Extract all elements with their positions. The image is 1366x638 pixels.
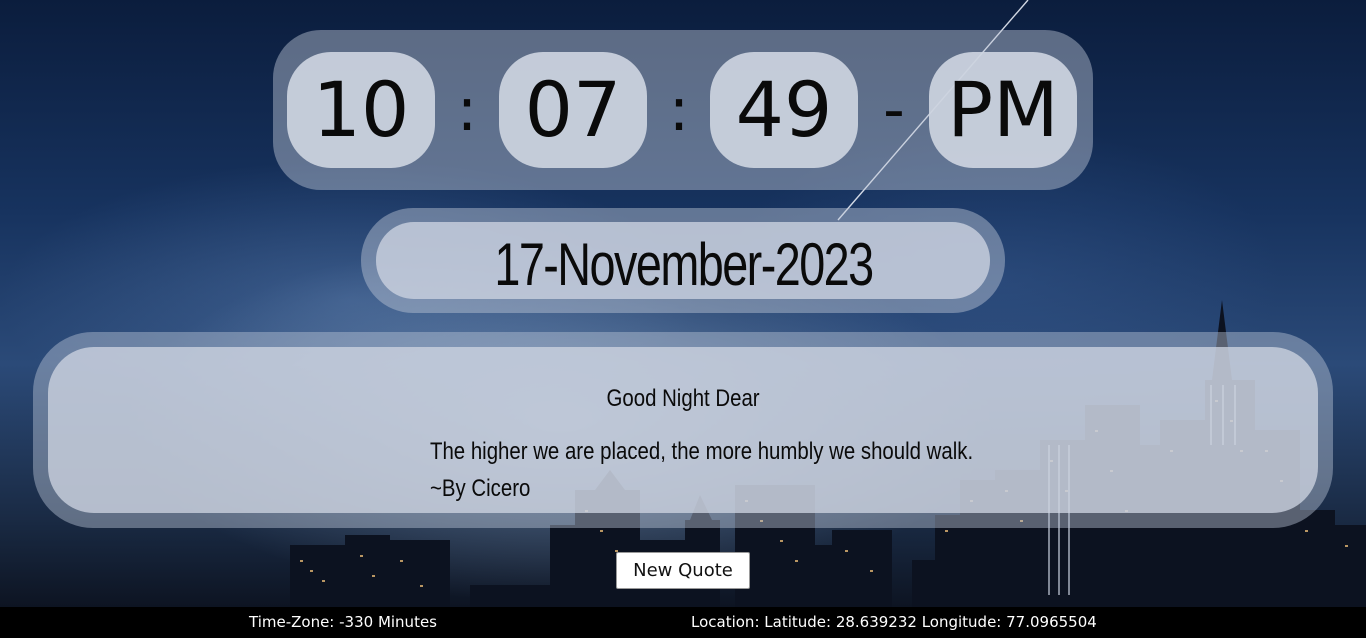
location-info: Location: Latitude: 28.639232 Longitude:… [691,613,1097,631]
footer-bar: Time-Zone: -330 Minutes Location: Latitu… [0,607,1366,638]
quote-author: ~By Cicero [430,475,531,502]
clock-hours: 10 [287,52,435,168]
greeting-text: Good Night Dear [606,385,760,412]
clock-separator: : [456,75,478,145]
clock-separator: : [668,75,690,145]
quote-text: The higher we are placed, the more humbl… [430,438,974,465]
quote-panel: Good Night Dear The higher we are placed… [48,347,1318,513]
clock-seconds: 49 [710,52,858,168]
date-display: 17-November-2023 [361,208,1005,313]
digital-clock: 10 : 07 : 49 - PM [273,30,1093,190]
date-text: 17-November-2023 [493,231,874,298]
new-quote-button[interactable]: New Quote [616,552,750,589]
timezone-info: Time-Zone: -330 Minutes [249,613,437,631]
quote-card: Good Night Dear The higher we are placed… [33,332,1333,528]
date-pill: 17-November-2023 [376,222,990,299]
clock-minutes: 07 [499,52,647,168]
clock-meridiem: PM [929,52,1077,168]
clock-separator: - [883,75,905,145]
